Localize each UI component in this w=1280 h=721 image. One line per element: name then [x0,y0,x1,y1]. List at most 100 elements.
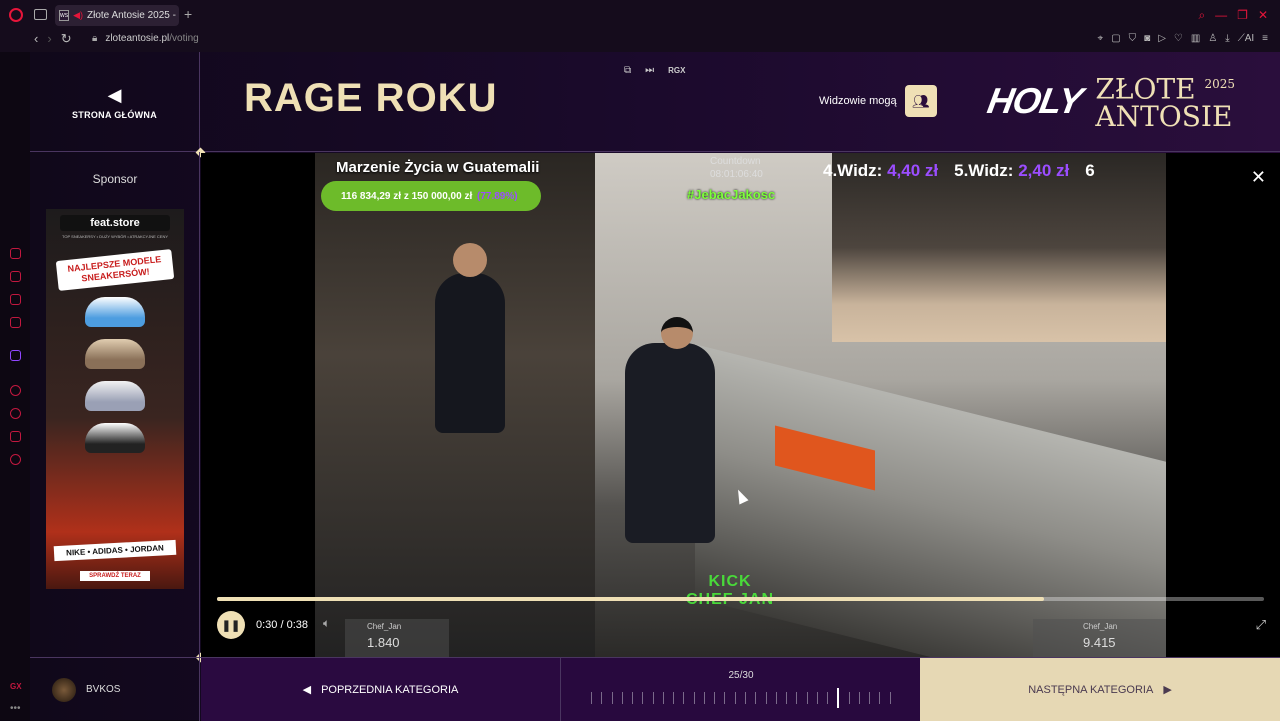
category-tick[interactable] [889,692,891,704]
menu-icon[interactable]: ≡ [1262,33,1268,44]
snapshot-icon[interactable]: ▢ [1111,33,1120,44]
viewers-label: Widzowie mogą [819,95,897,107]
restore-icon[interactable]: ❐ [1237,8,1248,23]
video-frame[interactable]: Marzenie Życia w Guatemalii 116 834,29 z… [315,153,1166,657]
chef-figure [625,317,715,543]
category-tick[interactable] [714,692,716,704]
address-bar[interactable]: 🔒︎ zloteantosie.pl/voting [92,33,199,44]
shield-icon[interactable]: ⛉ [1129,33,1137,44]
category-tick[interactable] [827,692,829,704]
category-tick[interactable] [755,692,757,704]
category-tick[interactable] [591,692,592,704]
user-profile[interactable]: BVKOS [30,658,200,721]
rgx-label[interactable]: RGX [668,66,685,75]
download-icon[interactable]: ⤓ [1225,33,1229,44]
category-tick[interactable] [632,692,634,704]
play-icon[interactable]: ▷ [1158,33,1166,44]
ticker-item: 5.Widz: 2,40 zł [954,161,1070,180]
category-tick[interactable] [879,692,881,704]
ticker-item: 4.Widz: 4,40 zł [823,161,939,180]
search-icon[interactable]: ⌕ [1198,8,1205,23]
sidebar-history-icon[interactable] [10,408,21,419]
sidebar-bag-icon[interactable] [10,271,21,282]
sidebar-music-icon[interactable] [10,294,21,305]
browser-chrome: WS ◀) Złote Antosie 2025 - N + ⌕ — ❐ ✕ ‹… [0,0,1280,52]
brand-logo: HOLY ZŁOTE 2025 ANTOSIE [984,70,1235,131]
arrow-left-icon: ◀︎ [302,684,312,696]
sidebar-extensions-icon[interactable] [10,431,21,442]
skip-icon[interactable]: ⏭︎ [645,65,654,76]
back-icon[interactable]: ‹ [34,31,38,47]
browser-tab[interactable]: WS ◀) Złote Antosie 2025 - N [55,5,179,26]
category-tick[interactable] [621,692,623,704]
pause-button[interactable]: ❚❚ [217,611,245,639]
tab-island-icon[interactable] [34,9,47,20]
next-category-button[interactable]: NASTĘPNA KATEGORIA ▶︎ [920,658,1280,721]
volume-icon[interactable]: 🔈︎ [323,616,330,631]
more-icon[interactable]: ••• [10,703,21,714]
sidebar-twitch-icon[interactable] [10,350,21,361]
sidebar-settings-icon[interactable] [10,454,21,465]
gx-icon[interactable]: GX [10,682,22,691]
category-tick[interactable] [662,692,664,704]
opera-logo-icon[interactable] [9,8,23,22]
shoe-image [85,423,145,453]
video-progress-bar[interactable] [217,597,1264,601]
progress-fill [217,597,1045,601]
video-player[interactable]: Marzenie Życia w Guatemalii 116 834,29 z… [201,153,1280,657]
ai-button[interactable]: ⟋AI [1238,33,1254,44]
category-tick[interactable] [816,692,818,704]
sidebar-news-icon[interactable] [10,317,21,328]
sponsor-ad[interactable]: feat.store TOP SNEAKERSY • DUŻY WYBÓR • … [46,209,184,589]
category-tick[interactable] [673,692,675,704]
stream-title: Marzenie Życia w Guatemalii [336,159,540,176]
camera-icon[interactable]: ◙ [1144,33,1150,44]
category-tick[interactable] [837,688,840,708]
arrow-left-icon: ◀︎ [107,84,122,105]
category-tick[interactable] [703,692,705,704]
speaker-icon[interactable]: ◀) [73,10,83,21]
new-tab-icon[interactable]: + [184,6,192,22]
category-tick[interactable] [724,692,726,704]
category-tick[interactable] [869,692,871,704]
forward-icon[interactable]: › [47,31,51,47]
category-tick[interactable] [642,692,644,704]
category-tick[interactable] [775,692,777,704]
users-icon[interactable]: 👥︎ [904,85,937,117]
category-tick[interactable] [611,692,613,704]
wallet-icon[interactable]: ▥ [1191,33,1200,44]
home-button[interactable]: ◀︎ STRONA GŁÓWNA [30,52,200,152]
category-tick[interactable] [734,692,736,704]
category-tick[interactable] [652,692,654,704]
category-tick[interactable] [796,692,798,704]
close-icon[interactable]: ✕ [1251,167,1266,188]
profile-icon[interactable]: ♙ [1208,33,1217,44]
ad-tagline: TOP SNEAKERSY • DUŻY WYBÓR • ATRAKCYJNE … [61,234,168,239]
avatar [52,677,76,702]
category-tick[interactable] [744,692,746,704]
ticker-item: 6 [1085,161,1095,180]
ad-cta[interactable]: SPRAWDŹ TERAZ [80,571,150,581]
category-tick[interactable] [786,692,788,704]
minimize-icon[interactable]: — [1215,8,1227,23]
camera-inset [832,153,1166,342]
popout-icon[interactable]: ⧉ [624,65,631,76]
fullscreen-icon[interactable]: ⤢ [1256,617,1266,633]
heart-icon[interactable]: ♡ [1174,33,1183,44]
tab-title: Złote Antosie 2025 - N [86,10,179,21]
reload-icon[interactable]: ↻ [61,31,72,47]
category-tick[interactable] [848,692,850,704]
footer: BVKOS ◀︎ POPRZEDNIA KATEGORIA 25/30 NAST… [30,657,1280,721]
category-tick[interactable] [693,692,695,704]
category-tick[interactable] [601,692,603,704]
category-tick[interactable] [765,692,767,704]
pin-icon[interactable]: ⌖ [1098,33,1104,44]
category-tick[interactable] [858,692,860,704]
prev-category-button[interactable]: ◀︎ POPRZEDNIA KATEGORIA [201,658,560,721]
category-tick[interactable] [683,692,685,704]
sidebar-player-icon[interactable] [10,385,21,396]
sidebar-speed-icon[interactable] [10,248,21,259]
close-window-icon[interactable]: ✕ [1258,8,1268,23]
kitchen-counter [695,344,1166,657]
category-tick[interactable] [806,692,808,704]
